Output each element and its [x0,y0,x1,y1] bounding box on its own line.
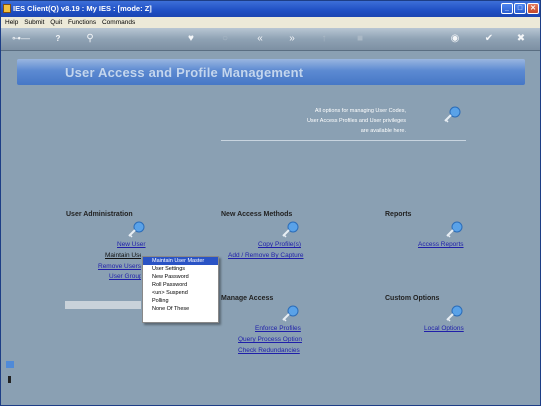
menu-commands[interactable]: Commands [102,19,135,26]
check-icon[interactable]: ✔ [483,32,495,45]
menu-help[interactable]: Help [5,19,18,26]
menu-item-suspend[interactable]: <un> Suspend [143,289,218,297]
section-title-new-access: New Access Methods [221,211,293,218]
section-title-custom-options: Custom Options [385,295,440,302]
menu-bar: Help Submit Quit Functions Commands [1,17,540,28]
header-banner: User Access and Profile Management [17,59,525,85]
key-icon[interactable]: ⊶— [9,32,33,45]
menu-submit[interactable]: Submit [24,19,44,26]
heart-icon[interactable]: ♥ [185,32,197,45]
title-bar[interactable]: IES Client(Q) v8.19 : My IES : [mode: Z]… [1,1,540,17]
info-line-2: User Access Profiles and User privileges [306,118,406,124]
menu-item-roll-password[interactable]: Roll Password [143,281,218,289]
new-user-link[interactable]: New User [117,241,146,248]
check-redundancies-link[interactable]: Check Redundancies [238,347,300,354]
key-icon [444,106,461,123]
add-remove-by-capture-link[interactable]: Add / Remove By Capture [228,252,304,259]
menu-item-new-password[interactable]: New Password [143,273,218,281]
minimize-button[interactable]: _ [501,3,513,14]
menu-item-user-settings[interactable]: User Settings [143,265,218,273]
divider [221,140,466,141]
maximize-button[interactable]: □ [514,3,526,14]
app-window: IES Client(Q) v8.19 : My IES : [mode: Z]… [0,0,541,406]
stop-icon[interactable]: ■ [355,32,365,45]
section-title-reports: Reports [385,211,412,218]
key-icon [128,221,145,238]
local-options-link[interactable]: Local Options [424,325,464,332]
menu-functions[interactable]: Functions [68,19,96,26]
toolbar: ⊶— ? ⚲ ♥ ○ « » ↑ ■ ◉ ✔ ✖ [1,28,540,51]
key-icon [282,221,299,238]
menu-item-maintain-user-master[interactable]: Maintain User Master [143,257,218,265]
search-icon[interactable]: ⚲ [84,32,96,45]
info-line-1: All options for managing User Codes, [314,108,406,114]
sidebar-info-icon[interactable] [6,361,14,368]
globe-icon[interactable]: ◉ [449,32,461,45]
up-icon[interactable]: ↑ [319,32,329,45]
user-groups-link[interactable]: User Groups [109,273,141,280]
circle-icon[interactable]: ○ [219,32,231,45]
context-menu: Maintain User Master User Settings New P… [142,256,219,323]
forward-icon[interactable]: » [285,32,299,45]
info-line-3: are available here. [360,128,406,134]
close-button[interactable]: ✕ [527,3,539,14]
close-icon[interactable]: ✖ [515,32,527,45]
enforce-profiles-link[interactable]: Enforce Profiles [255,325,301,332]
window-title: IES Client(Q) v8.19 : My IES : [mode: Z] [13,4,152,13]
key-icon [446,221,463,238]
remove-users-link[interactable]: Remove Users [98,263,141,270]
back-icon[interactable]: « [253,32,267,45]
menu-item-none-of-these[interactable]: None Of These [143,305,218,313]
query-process-option-link[interactable]: Query Process Option [238,336,302,343]
selected-row-highlight [65,301,141,309]
key-icon [282,305,299,322]
key-icon [446,305,463,322]
app-icon [3,4,11,13]
exit-icon[interactable] [6,376,14,383]
access-reports-link[interactable]: Access Reports [418,241,464,248]
section-title-user-admin: User Administration [66,211,133,218]
copy-profiles-link[interactable]: Copy Profile(s) [258,241,301,248]
main-content: User Access and Profile Management All o… [1,51,540,405]
help-icon[interactable]: ? [53,32,63,45]
page-title: User Access and Profile Management [65,65,304,80]
menu-quit[interactable]: Quit [50,19,62,26]
menu-item-polling[interactable]: Polling [143,297,218,305]
maintain-user-link[interactable]: Maintain User [105,252,141,259]
section-title-manage-access: Manage Access [221,295,274,302]
